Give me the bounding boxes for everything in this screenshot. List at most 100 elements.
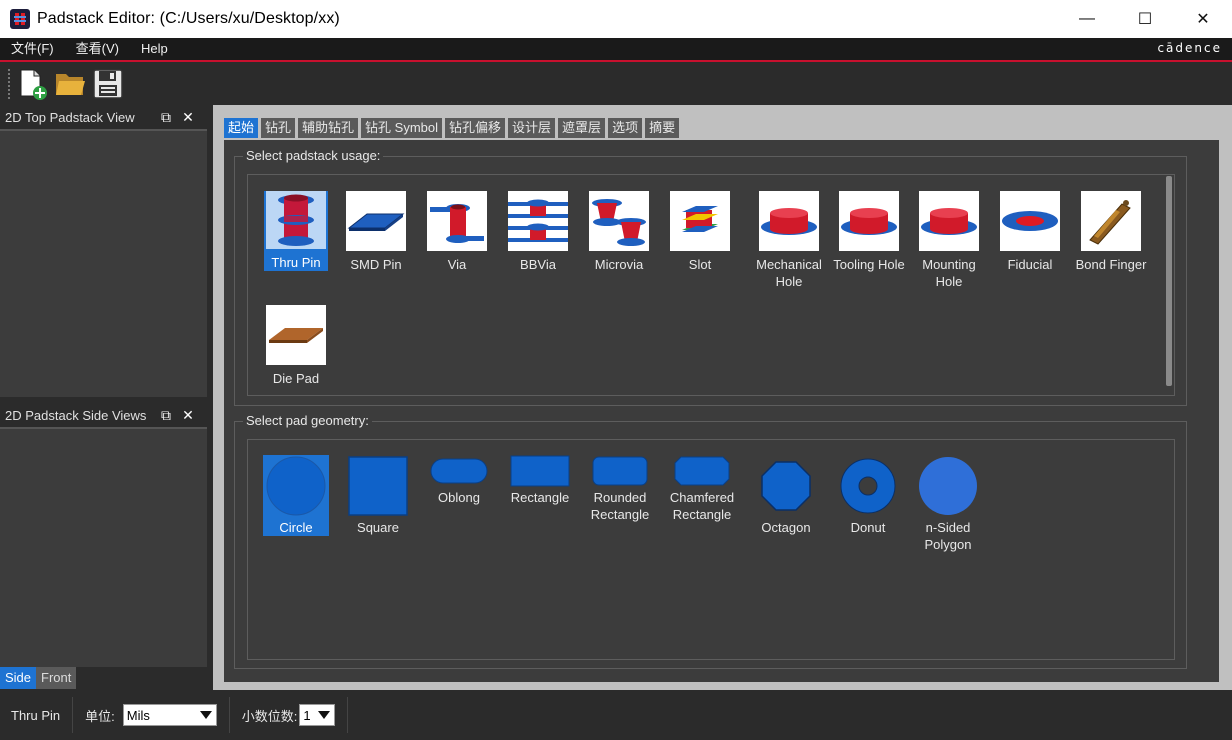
usage-label: Mounting Hole bbox=[922, 257, 976, 289]
rounded-rectangle-shape-icon bbox=[589, 455, 651, 487]
bbvia-icon bbox=[508, 191, 568, 251]
tab-drill-offset[interactable]: 钻孔偏移 bbox=[445, 118, 506, 138]
usage-smd-pin[interactable]: SMD Pin bbox=[344, 191, 408, 273]
decimals-value: 1 bbox=[303, 707, 311, 723]
float-panel-icon[interactable]: ⧉ bbox=[158, 108, 174, 126]
chevron-down-icon bbox=[199, 711, 212, 719]
window-title: Padstack Editor: (C:/Users/xu/Desktop/xx… bbox=[37, 10, 340, 27]
decimals-label: 小数位数: bbox=[241, 708, 298, 724]
save-button[interactable] bbox=[90, 66, 126, 102]
status-separator bbox=[228, 697, 230, 733]
usage-label: Mechanical Hole bbox=[756, 257, 822, 289]
oblong-shape-icon bbox=[428, 455, 490, 487]
status-separator bbox=[72, 697, 74, 733]
close-panel-icon[interactable]: ✕ bbox=[180, 406, 196, 424]
decimals-select[interactable]: 1 bbox=[299, 704, 336, 726]
current-usage-text: Thru Pin bbox=[11, 707, 61, 723]
usage-bond-finger[interactable]: Bond Finger bbox=[1076, 191, 1146, 273]
menu-view[interactable]: 查看(V) bbox=[65, 37, 130, 61]
usage-mechanical-hole[interactable]: Mechanical Hole bbox=[749, 191, 829, 290]
cadence-logo: cādence bbox=[1157, 41, 1222, 55]
geometry-label: Donut bbox=[850, 520, 886, 535]
top-view-panel-header: 2D Top Padstack View ⧉ ✕ bbox=[0, 105, 207, 129]
tab-summary[interactable]: 摘要 bbox=[645, 118, 680, 138]
usage-microvia[interactable]: Microvia bbox=[587, 191, 651, 273]
side-view-panel-header: 2D Padstack Side Views ⧉ ✕ bbox=[0, 403, 207, 427]
open-folder-icon bbox=[56, 74, 85, 95]
tab-drill-symbol[interactable]: 钻孔 Symbol bbox=[361, 118, 443, 138]
float-panel-icon[interactable]: ⧉ bbox=[158, 406, 174, 424]
usage-label: Bond Finger bbox=[1075, 257, 1147, 272]
usage-label: Slot bbox=[688, 257, 712, 272]
tab-options[interactable]: 选项 bbox=[608, 118, 643, 138]
tab-mask-layers[interactable]: 遮罩层 bbox=[558, 118, 606, 138]
usage-scrollbar[interactable] bbox=[1166, 176, 1172, 386]
mounting-hole-icon bbox=[919, 191, 979, 251]
usage-label: Thru Pin bbox=[271, 255, 321, 270]
tab-start[interactable]: 起始 bbox=[224, 118, 259, 138]
fiducial-icon bbox=[1000, 191, 1060, 251]
usage-die-pad[interactable]: Die Pad bbox=[264, 305, 328, 387]
toolbar bbox=[0, 64, 1232, 104]
usage-label: Tooling Hole bbox=[833, 257, 905, 272]
chamfered-rectangle-shape-icon bbox=[671, 455, 733, 487]
usage-list: Thru Pin SMD Pin Via BBVia Microvia Slot… bbox=[247, 174, 1175, 396]
geometry-label: Chamfered Rectangle bbox=[669, 490, 735, 522]
menu-help[interactable]: Help bbox=[130, 37, 179, 61]
geometry-rectangle[interactable]: Rectangle bbox=[507, 455, 573, 506]
start-tab-content: Select padstack usage: Thru Pin SMD Pin … bbox=[224, 140, 1219, 682]
geometry-label: Rounded Rectangle bbox=[590, 490, 650, 522]
usage-label: Via bbox=[447, 257, 467, 272]
usage-label: Fiducial bbox=[1007, 257, 1053, 272]
mechanical-hole-icon bbox=[759, 191, 819, 251]
geometry-oblong[interactable]: Oblong bbox=[426, 455, 492, 506]
microvia-icon bbox=[589, 191, 649, 251]
donut-shape-icon bbox=[837, 455, 899, 517]
top-view-canvas[interactable] bbox=[0, 129, 207, 397]
usage-group-label: Select padstack usage: bbox=[243, 148, 384, 163]
usage-group: Select padstack usage: Thru Pin SMD Pin … bbox=[234, 148, 1187, 406]
toolbar-grip[interactable] bbox=[8, 69, 10, 99]
geometry-circle[interactable]: Circle bbox=[263, 455, 329, 536]
side-view-canvas[interactable] bbox=[0, 427, 207, 667]
octagon-shape-icon bbox=[755, 455, 817, 517]
usage-mounting-hole[interactable]: Mounting Hole bbox=[909, 191, 989, 290]
usage-fiducial[interactable]: Fiducial bbox=[998, 191, 1062, 273]
usage-via[interactable]: Via bbox=[425, 191, 489, 273]
usage-tooling-hole[interactable]: Tooling Hole bbox=[829, 191, 909, 273]
tab-side[interactable]: Side bbox=[0, 667, 37, 689]
geometry-octagon[interactable]: Octagon bbox=[753, 455, 819, 536]
maximize-button[interactable]: ☐ bbox=[1116, 0, 1174, 38]
geometry-rounded-rectangle[interactable]: Rounded Rectangle bbox=[580, 455, 660, 523]
usage-label: BBVia bbox=[520, 257, 556, 272]
side-view-panel-title: 2D Padstack Side Views bbox=[5, 407, 147, 423]
geometry-label: Square bbox=[357, 520, 399, 535]
save-icon bbox=[93, 69, 123, 99]
units-value: Mils bbox=[126, 707, 150, 723]
polygon-shape-icon bbox=[917, 455, 979, 517]
usage-slot[interactable]: Slot bbox=[668, 191, 732, 273]
bond-finger-icon bbox=[1081, 191, 1141, 251]
close-panel-icon[interactable]: ✕ bbox=[180, 108, 196, 126]
usage-bbvia[interactable]: BBVia bbox=[506, 191, 570, 273]
geometry-n-sided-polygon[interactable]: n-Sided Polygon bbox=[908, 455, 988, 553]
geometry-donut[interactable]: Donut bbox=[835, 455, 901, 536]
geometry-square[interactable]: Square bbox=[345, 455, 411, 536]
open-folder-button[interactable] bbox=[52, 66, 88, 102]
close-window-button[interactable]: ✕ bbox=[1174, 0, 1232, 38]
usage-thru-pin[interactable]: Thru Pin bbox=[264, 191, 328, 271]
minimize-button[interactable]: — bbox=[1058, 0, 1116, 38]
tab-secondary-drill[interactable]: 辅助钻孔 bbox=[298, 118, 359, 138]
tab-drill[interactable]: 钻孔 bbox=[261, 118, 296, 138]
rectangle-shape-icon bbox=[509, 455, 571, 487]
main-area: 起始 钻孔 辅助钻孔 钻孔 Symbol 钻孔偏移 设计层 遮罩层 选项 摘要 … bbox=[213, 105, 1232, 690]
tab-front[interactable]: Front bbox=[36, 667, 77, 689]
units-select[interactable]: Mils bbox=[122, 704, 217, 726]
editor-tabs: 起始 钻孔 辅助钻孔 钻孔 Symbol 钻孔偏移 设计层 遮罩层 选项 摘要 bbox=[224, 118, 682, 138]
new-file-icon bbox=[20, 69, 47, 100]
new-file-button[interactable] bbox=[14, 66, 50, 102]
geometry-chamfered-rectangle[interactable]: Chamfered Rectangle bbox=[662, 455, 742, 523]
menu-file[interactable]: 文件(F) bbox=[0, 37, 65, 61]
status-bar: Thru Pin 单位: Mils 小数位数: 1 bbox=[0, 690, 1232, 740]
tab-design-layers[interactable]: 设计层 bbox=[508, 118, 556, 138]
